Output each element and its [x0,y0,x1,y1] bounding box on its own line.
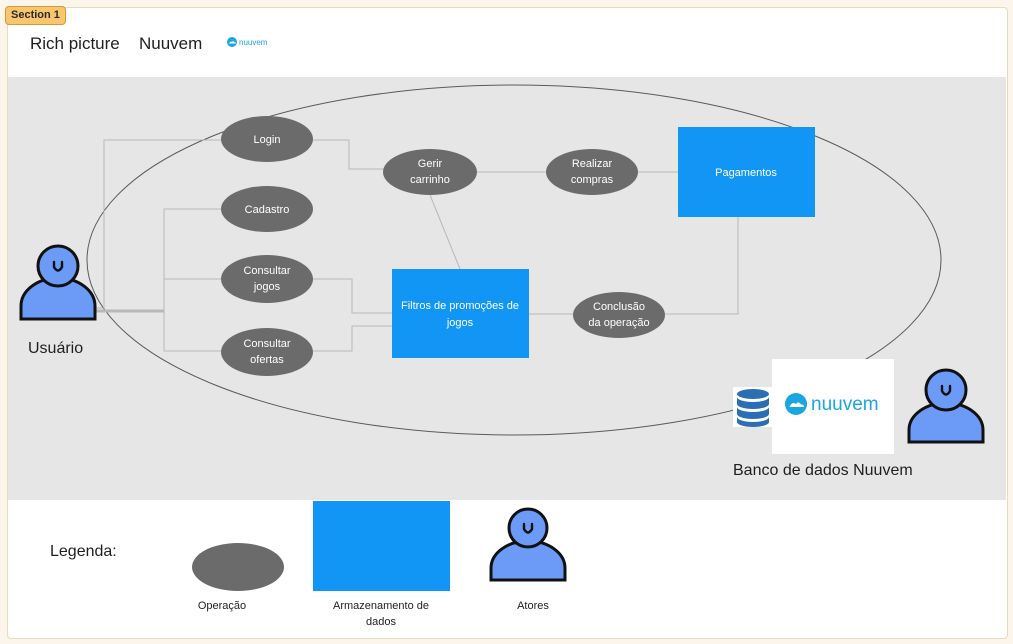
cloud-logo-icon [785,393,807,415]
rich-picture-diagram: nuuvem Login Cadastro Consultar jogos Co… [19,37,985,628]
cloud-logo-icon [227,37,237,47]
canvas: Section 1 Rich picture Nuuvem nuuvem Log… [0,0,1013,644]
operation-gerir-carrinho[interactable]: Gerir carrinho [383,149,477,195]
connector-ofertas-filtros [313,325,392,352]
connector-login-carrinho [313,139,384,170]
operation-cadastro-label: Cadastro [245,204,290,216]
connector-usuario-consultar-ofertas [96,311,222,352]
actor-banco-label: Banco de dados Nuuvem [733,462,913,479]
storage-pagamentos[interactable]: Pagamentos [678,127,815,217]
actor-usuario[interactable]: Usuário [19,244,97,357]
operation-login-label: Login [254,134,281,146]
legend-armazenamento: Armazenamento de dados [313,501,450,628]
connector-usuario-consultar-jogos [96,278,222,312]
legend: Legenda: Operação Armazenamento de dados … [50,501,567,628]
database-nuuvem[interactable]: nuuvem [733,359,894,454]
legend-atores-label: Atores [517,600,549,612]
connector-conclusao-pagamentos [665,217,739,315]
person-icon [19,244,97,321]
nuuvem-logo-text: nuuvem [811,394,879,415]
operation-conclusao[interactable]: Conclusão da operação [573,292,665,338]
operation-realizar-compras[interactable]: Realizar compras [546,149,638,195]
header-logo-text: nuuvem [239,38,268,47]
legend-armazenamento-label: Armazenamento de dados [333,600,429,628]
legend-title: Legenda: [50,543,117,560]
operation-consultar-jogos[interactable]: Consultar jogos [221,255,313,303]
connector-usuario-login [96,139,222,309]
operation-cadastro[interactable]: Cadastro [221,186,313,232]
connector-carrinho-filtros [429,194,461,270]
legend-operacao-label: Operação [198,600,246,612]
legend-operacao: Operação [192,543,284,612]
storage-filtros[interactable]: Filtros de promoções de jogos [392,269,529,358]
connector-usuario-cadastro [96,208,222,311]
actor-usuario-label: Usuário [28,340,83,357]
legend-atores: Atores [489,507,567,612]
connector-jogos-filtros [313,278,392,314]
operation-login[interactable]: Login [221,116,313,162]
header-logo: nuuvem [227,37,268,47]
operation-consultar-ofertas[interactable]: Consultar ofertas [221,328,313,376]
person-icon [489,507,567,582]
person-icon [907,368,985,444]
storage-pagamentos-label: Pagamentos [715,167,777,179]
